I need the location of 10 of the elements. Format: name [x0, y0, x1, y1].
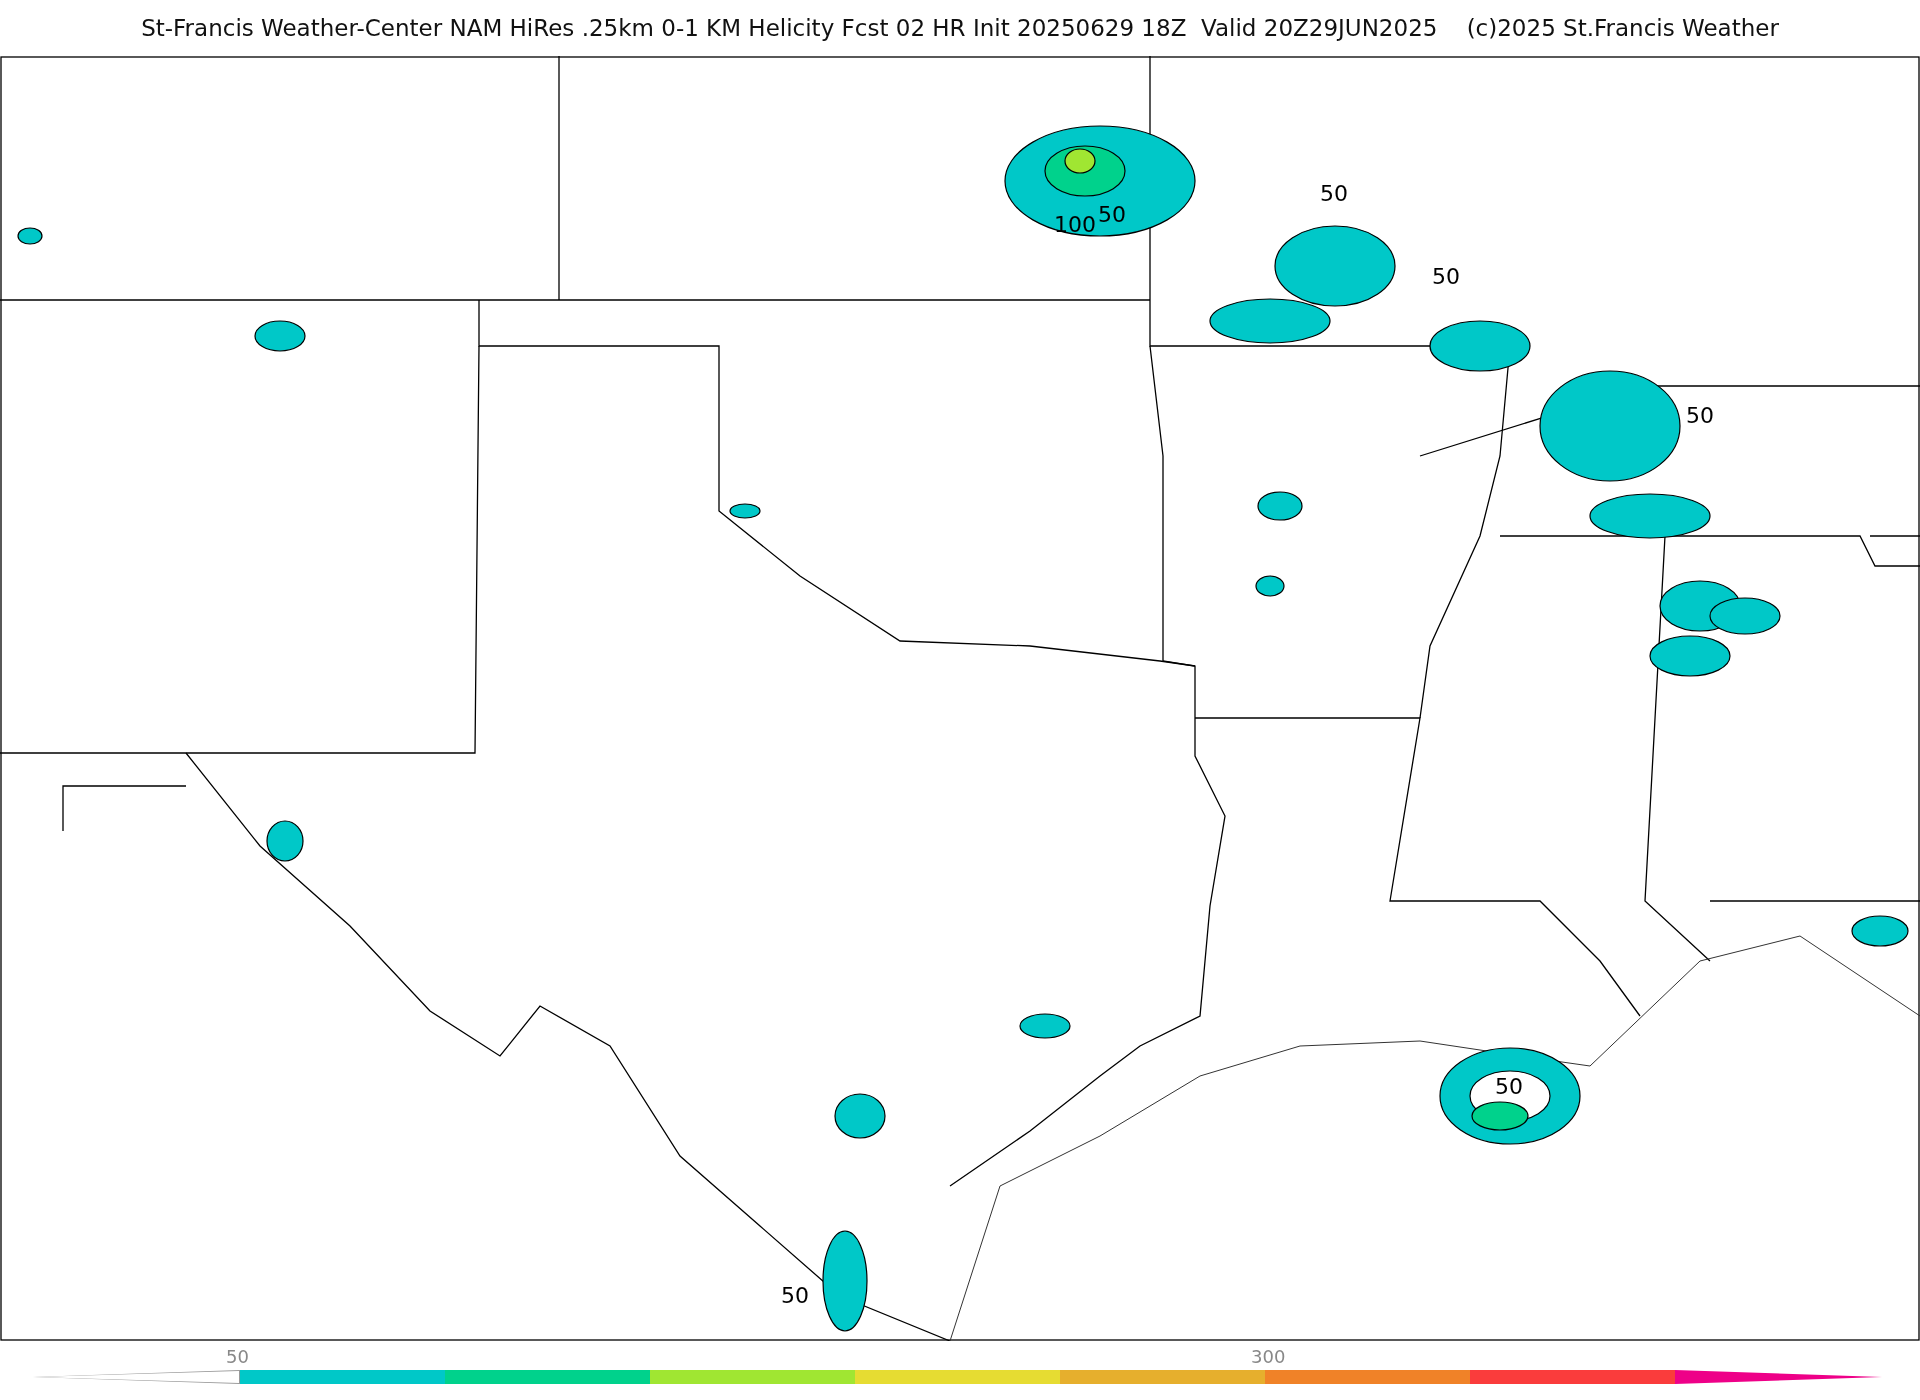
contour-label: 50: [1098, 202, 1126, 227]
contour-label: 50: [1320, 181, 1348, 206]
contour-label: 100: [1054, 212, 1096, 237]
map-title: St-Francis Weather-Center NAM HiRes .25km 0-1 KM Helicity Fcst 02 HR Init 20250629 18Z Valid 20Z29JUN2025 (c)2025 St.Francis Weather: [141, 15, 1779, 41]
colorbar-tick-label: 50: [226, 1346, 249, 1367]
colorbar-tick-label: 300: [1251, 1346, 1286, 1367]
contour-label: 50: [1432, 264, 1460, 289]
contour-label: 50: [1686, 403, 1714, 428]
contour-label: 50: [781, 1283, 809, 1308]
contour-label: 50: [1495, 1074, 1523, 1099]
